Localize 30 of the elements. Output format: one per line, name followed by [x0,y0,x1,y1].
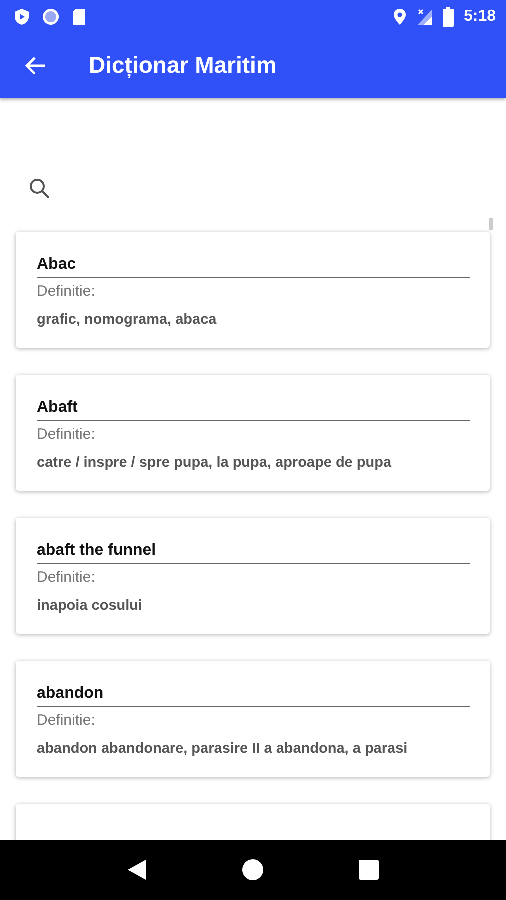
definition-label: Definitie: [37,283,96,301]
clock-time: 5:18 [464,8,496,26]
entry-term: Abac [37,255,78,275]
sd-card-icon [72,8,86,26]
recents-icon[interactable] [358,860,379,880]
definition-label: Definitie: [37,426,96,444]
back-arrow-icon[interactable] [24,56,46,76]
entry-card[interactable]: abaft the funnel Definitie: inapoia cosului [16,518,490,634]
entry-term: Abaft [37,398,79,418]
entry-card[interactable]: Abac Definitie: grafic, nomograma, abaca [16,232,490,348]
home-icon[interactable] [242,859,264,881]
definition-text: abandon abandonare, parasire II a abandona, a parasi [37,740,409,758]
location-icon [392,8,407,26]
entry-card[interactable]: Abaft Definitie: catre / inspre / spre pupa, la pupa, aproape de pupa [16,375,490,491]
definition-label: Definitie: [37,712,96,730]
search-icon[interactable] [29,178,51,200]
circle-icon [42,8,60,26]
no-signal-icon [416,8,433,26]
battery-icon [442,6,454,26]
shield-icon [14,8,30,26]
definition-label: Definitie: [37,569,96,587]
entry-card[interactable]: abandon Definitie: abandon abandonare, parasire II a abandona, a parasi [16,661,490,777]
definition-text: catre / inspre / spre pupa, la pupa, aproape de pupa [37,454,393,472]
definition-text: inapoia cosului [37,597,144,615]
app-title: Dicționar Maritim [89,52,277,79]
scrollbar [489,218,493,230]
back-icon[interactable] [127,859,148,881]
entry-term: abaft the funnel [37,541,158,561]
definition-text: grafic, nomograma, abaca [37,311,218,329]
entry-term: abandon [37,684,105,704]
